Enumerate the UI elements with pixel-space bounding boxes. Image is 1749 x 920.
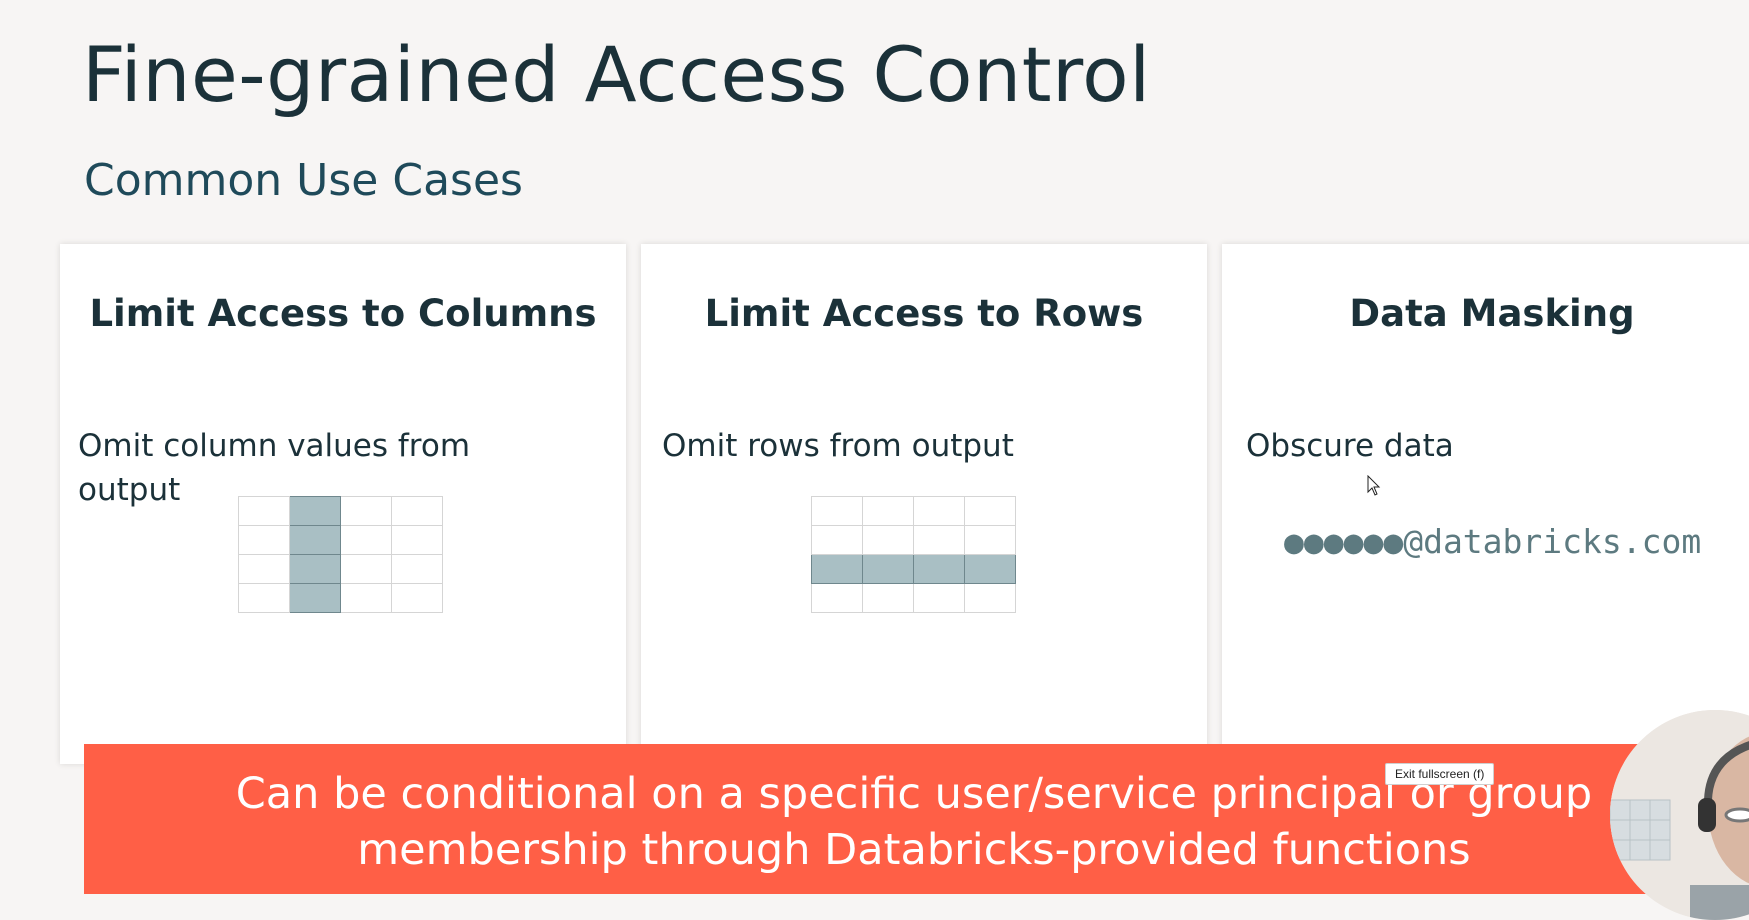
slide-subtitle: Common Use Cases [84,155,523,206]
card-limit-rows: Limit Access to Rows Omit rows from outp… [641,244,1207,764]
slide-title: Fine-grained Access Control [82,30,1151,119]
masked-email-example: ●●●●●●@databricks.com [1284,522,1702,561]
banner-line-1: Can be conditional on a specific user/se… [235,769,1593,819]
card-description: Omit rows from output [662,428,1014,464]
banner-line-2: membership through Databricks-provided f… [357,825,1471,875]
card-heading: Limit Access to Columns [89,292,597,335]
card-data-masking: Data Masking Obscure data ●●●●●●@databri… [1222,244,1749,764]
callout-banner: Can be conditional on a specific user/se… [84,744,1749,894]
row-highlight-grid [811,496,1016,613]
card-description: Obscure data [1246,428,1454,464]
mouse-pointer-icon [1367,475,1381,496]
exit-fullscreen-tooltip: Exit fullscreen (f) [1385,763,1495,785]
card-limit-columns: Limit Access to Columns Omit column valu… [60,244,626,764]
card-heading: Data Masking [1349,292,1635,335]
column-highlight-grid [238,496,443,613]
card-heading: Limit Access to Rows [704,292,1144,335]
